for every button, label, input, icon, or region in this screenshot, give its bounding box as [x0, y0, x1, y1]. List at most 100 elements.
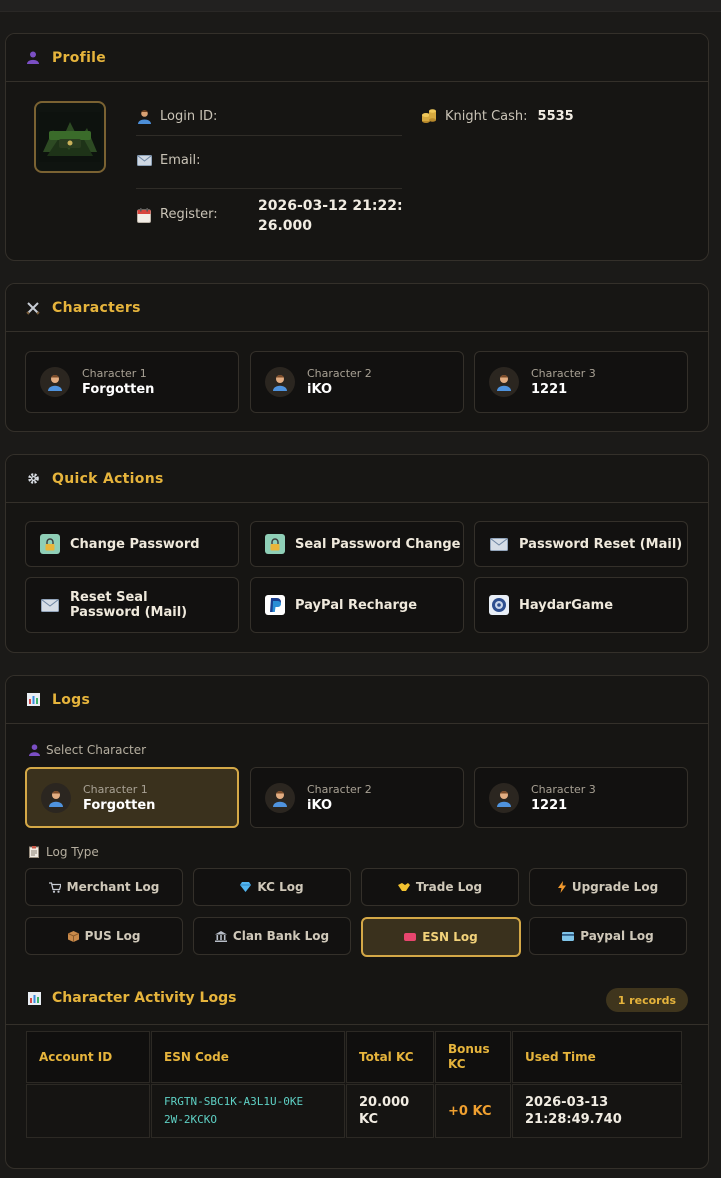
trade-log-button[interactable]: Trade Log — [361, 868, 519, 906]
character-slot: Character 1 — [82, 367, 147, 380]
log-type-label-text: Merchant Log — [66, 880, 160, 894]
activity-logs-heading: Character Activity Logs — [26, 990, 236, 1006]
log-character-tile-3[interactable]: Character 3 1221 — [474, 767, 688, 828]
log-character-tile-1[interactable]: Character 1 Forgotten — [25, 767, 239, 828]
clan-bank-log-button[interactable]: Clan Bank Log — [193, 917, 351, 955]
lightning-icon — [557, 881, 566, 893]
cell-account-id — [26, 1084, 150, 1138]
paypal-log-button[interactable]: Paypal Log — [529, 917, 687, 955]
bar-chart-icon — [26, 693, 40, 707]
log-character-tile-2[interactable]: Character 2 iKO — [250, 767, 464, 828]
clipboard-icon — [26, 844, 42, 860]
user-icon — [26, 742, 42, 758]
register-value: 2026-03-12 21:22:26.000 — [258, 198, 403, 234]
select-character-text: Select Character — [46, 743, 147, 757]
log-type-label-text: Clan Bank Log — [232, 929, 330, 943]
quick-actions-title: Quick Actions — [52, 470, 164, 487]
character-name: iKO — [307, 797, 332, 813]
bank-icon — [214, 930, 227, 942]
reset-seal-password-mail-button[interactable]: Reset Seal Password (Mail) — [25, 577, 239, 633]
characters-title: Characters — [52, 299, 141, 316]
register-label: Register: — [160, 207, 218, 222]
action-label: Change Password — [70, 536, 200, 552]
profile-title: Profile — [52, 49, 107, 66]
action-label: PayPal Recharge — [295, 597, 418, 613]
pus-log-button[interactable]: PUS Log — [25, 917, 183, 955]
log-type-label-text: PUS Log — [84, 929, 141, 943]
cell-esn-code: FRGTN-SBC1K-A3L1U-0KE2W-2KCKO — [151, 1084, 345, 1138]
activity-logs-title: Character Activity Logs — [52, 990, 237, 1006]
cell-used-time: 2026-03-13 21:28:49.740 — [512, 1084, 682, 1138]
character-avatar-icon — [265, 782, 295, 813]
person-icon — [136, 108, 152, 124]
kc-log-button[interactable]: KC Log — [193, 868, 351, 906]
password-reset-mail-button[interactable]: Password Reset (Mail) — [474, 521, 688, 567]
change-password-button[interactable]: Change Password — [25, 521, 239, 567]
character-name: Forgotten — [82, 382, 155, 397]
bar-chart-icon — [26, 990, 42, 1006]
log-type-label-text: Trade Log — [415, 880, 483, 894]
ticket-icon — [404, 933, 417, 941]
diamond-icon — [240, 882, 252, 892]
character-slot: Character 3 — [531, 782, 596, 796]
quick-actions-card: Quick Actions Change Password Seal Passw… — [5, 454, 709, 653]
coins-icon — [421, 108, 437, 124]
character-tile-2[interactable]: Character 2 iKO — [250, 351, 464, 413]
haydargame-icon — [489, 595, 509, 615]
character-name: 1221 — [531, 382, 568, 397]
lock-icon — [265, 534, 285, 554]
top-bar — [0, 0, 721, 12]
activity-table: Account ID ESN Code Total KC Bonus KC Us… — [26, 1031, 690, 1139]
log-type-label-text: ESN Log — [422, 930, 478, 944]
paypal-icon — [265, 595, 285, 615]
records-badge: 1 records — [605, 988, 688, 1012]
character-avatar-icon — [41, 782, 71, 813]
characters-header: Characters — [6, 284, 708, 332]
esn-log-button[interactable]: ESN Log — [361, 917, 521, 957]
avatar — [34, 101, 106, 173]
paypal-recharge-button[interactable]: PayPal Recharge — [250, 577, 464, 633]
calendar-icon — [136, 207, 152, 223]
haydargame-button[interactable]: HaydarGame — [474, 577, 688, 633]
character-tile-3[interactable]: Character 3 1221 — [474, 351, 688, 413]
card-icon — [562, 931, 575, 941]
profile-card: Profile Login ID: Knight Cash: 5535 Emai… — [5, 33, 709, 261]
table-row: FRGTN-SBC1K-A3L1U-0KE2W-2KCKO 20.000 KC … — [26, 1084, 690, 1139]
merchant-log-button[interactable]: Merchant Log — [25, 868, 183, 906]
upgrade-log-button[interactable]: Upgrade Log — [529, 868, 687, 906]
handshake-icon — [397, 882, 410, 892]
character-slot: Character 2 — [307, 367, 372, 380]
character-tile-1[interactable]: Character 1 Forgotten — [25, 351, 239, 413]
logs-header: Logs — [6, 676, 708, 724]
crossed-swords-icon — [26, 301, 40, 315]
register-row: Register: 2026-03-12 21:22:26.000 — [136, 198, 403, 234]
gear-icon — [26, 472, 40, 486]
action-label: Password Reset (Mail) — [519, 536, 683, 552]
divider — [136, 135, 402, 136]
login-label: Login ID: — [160, 108, 218, 124]
package-icon — [67, 930, 79, 942]
character-name: iKO — [307, 382, 332, 397]
column-header-used-time: Used Time — [512, 1031, 682, 1083]
action-label: HaydarGame — [519, 597, 614, 613]
cash-row: Knight Cash: 5535 — [421, 108, 574, 124]
quick-actions-header: Quick Actions — [6, 455, 708, 503]
log-type-label: Log Type — [26, 844, 99, 860]
table-header-row: Account ID ESN Code Total KC Bonus KC Us… — [26, 1031, 690, 1084]
email-label: Email: — [160, 152, 201, 168]
character-avatar-icon — [489, 367, 519, 397]
characters-card: Characters Character 1 Forgotten Characte… — [5, 283, 709, 432]
character-name: 1221 — [531, 797, 568, 813]
column-header-esn-code: ESN Code — [151, 1031, 345, 1083]
mail-icon — [40, 595, 60, 615]
log-type-text: Log Type — [46, 845, 99, 859]
action-label: Seal Password Change — [295, 536, 461, 552]
character-slot: Character 2 — [307, 782, 372, 796]
cash-value: 5535 — [537, 108, 574, 124]
profile-header: Profile — [6, 34, 708, 82]
log-type-label-text: KC Log — [257, 880, 304, 894]
seal-password-change-button[interactable]: Seal Password Change — [250, 521, 464, 567]
cart-icon — [48, 881, 61, 893]
cash-label: Knight Cash: — [445, 108, 528, 124]
column-header-total-kc: Total KC — [346, 1031, 434, 1083]
